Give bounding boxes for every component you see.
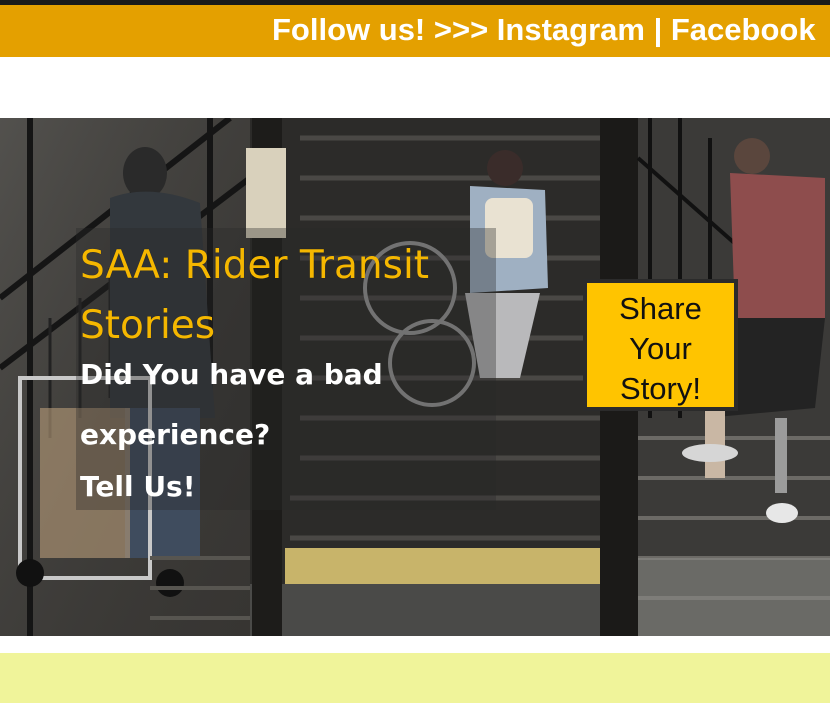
hero-subtitle-line-1: Did You have a bad <box>80 358 383 391</box>
social-banner: Follow us! >>> Instagram | Facebook <box>0 5 830 57</box>
hero-subtitle-line-2: experience? <box>80 418 271 451</box>
share-your-story-button[interactable]: Share Your Story! <box>583 279 738 411</box>
footer-band <box>0 653 830 703</box>
social-banner-text[interactable]: Follow us! >>> Instagram | Facebook <box>272 12 816 48</box>
hero-title: SAA: Rider Transit Stories <box>80 243 430 348</box>
hero-subtitle-line-3: Tell Us! <box>80 470 196 503</box>
